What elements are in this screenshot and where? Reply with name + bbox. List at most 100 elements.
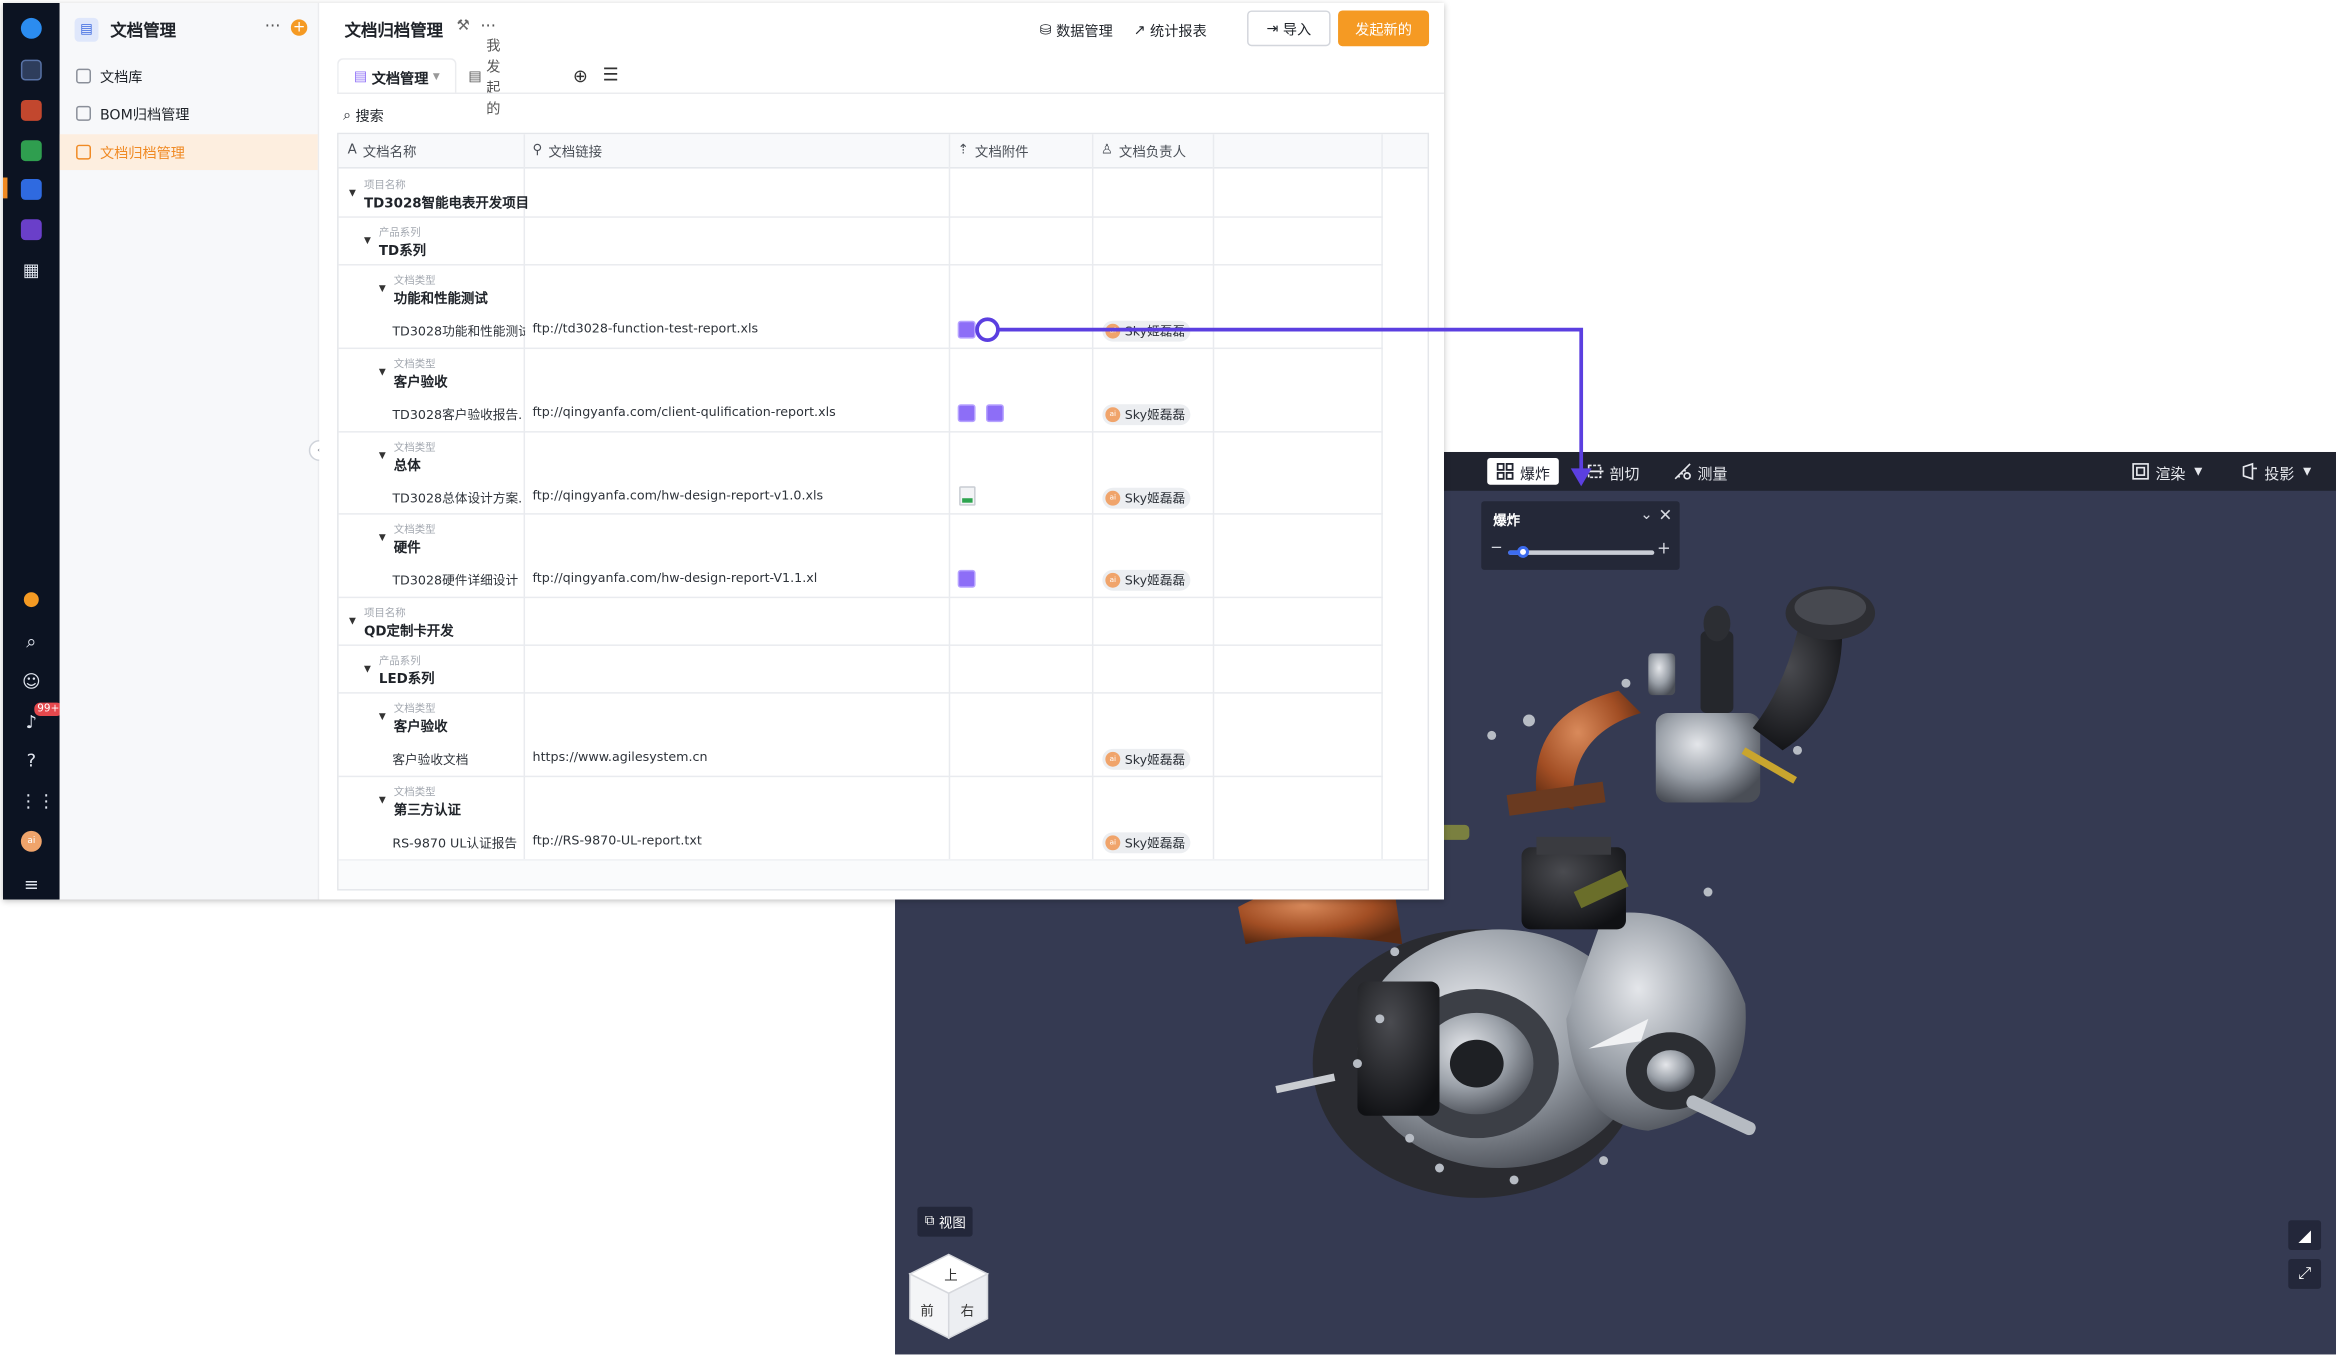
group-type-name: 硬件 (393, 541, 421, 557)
slider-thumb[interactable] (1516, 545, 1529, 558)
attachment-file-icon[interactable] (986, 404, 1004, 423)
horizontal-scrollbar[interactable] (338, 859, 1428, 890)
column-header-doc-link[interactable]: ⚲ 文档链接 (523, 134, 949, 169)
owner-chip[interactable]: ai Sky姬磊磊 (1102, 569, 1190, 591)
projection-dropdown[interactable]: 投影 ▼ (2232, 458, 2321, 485)
list-icon[interactable]: ☰ (603, 64, 619, 85)
column-header-attachment[interactable]: ⇡ 文档附件 (948, 134, 1092, 169)
sidebar-item-label: BOM归档管理 (99, 107, 190, 124)
caret-down-icon[interactable]: ▼ (379, 712, 386, 722)
import-button[interactable]: ⇥ 导入 (1247, 10, 1331, 47)
doc-link-cell[interactable]: ftp://RS-9870-UL-report.txt (533, 834, 951, 849)
group-type-name: 第三方认证 (393, 804, 461, 819)
view-button[interactable]: ⧉ 视图 (917, 1206, 974, 1237)
expand-icon[interactable]: ≡ (19, 873, 43, 897)
sidebar-item-doc-library[interactable]: 文档库 (60, 58, 318, 94)
owner-chip[interactable]: ai Sky姬磊磊 (1102, 832, 1190, 854)
owner-chip[interactable]: ai Sky姬磊磊 (1102, 404, 1190, 426)
section-icon (1585, 464, 1604, 479)
view-cube[interactable]: 上 前 右 (907, 1252, 991, 1342)
green-app-icon[interactable] (20, 140, 42, 162)
attachment-file-icon[interactable] (957, 569, 976, 588)
apps-icon[interactable] (20, 99, 42, 121)
fullscreen-icon[interactable]: ⤢ (2288, 1258, 2322, 1289)
explode-tool-button[interactable]: 爆炸 (1487, 457, 1559, 485)
close-icon[interactable]: ✕ (1658, 506, 1672, 525)
owner-name: Sky姬磊磊 (1124, 753, 1186, 769)
search-icon[interactable]: ⌕ (19, 629, 43, 653)
wrench-icon[interactable]: ⚒ (456, 18, 469, 34)
tab-doc-manage[interactable]: ▤ 文档管理 ▼ (337, 58, 457, 94)
plus-icon[interactable]: + (1657, 539, 1671, 558)
explode-slider[interactable] (1508, 545, 1655, 558)
purple-app-icon[interactable] (20, 219, 42, 241)
search-placeholder: 搜索 (355, 108, 384, 126)
doc-link-cell[interactable]: ftp://qingyanfa.com/client-qulification-… (533, 406, 951, 421)
owner-chip[interactable]: ai Sky姬磊磊 (1102, 748, 1190, 770)
chevron-down-icon[interactable]: ⌄ (1640, 507, 1653, 523)
caret-down-icon[interactable]: ▼ (379, 533, 386, 543)
section-label: 剖切 (1609, 466, 1640, 483)
caret-down-icon: ▼ (2194, 465, 2203, 478)
caret-down-icon[interactable]: ▼ (379, 367, 386, 377)
render-dropdown[interactable]: 渲染 ▼ (2123, 458, 2212, 485)
grid-icon[interactable]: ▦ (19, 258, 43, 282)
tab-my-initiated[interactable]: ▤ 我发起的 (468, 39, 500, 118)
section-tool-button[interactable]: 剖切 (1577, 458, 1649, 485)
avatar: ai (1105, 751, 1121, 767)
add-icon[interactable] (23, 592, 39, 608)
dashboard-icon[interactable] (20, 59, 42, 81)
caret-down-icon[interactable]: ▼ (364, 664, 371, 674)
caret-down-icon[interactable]: ▼ (349, 616, 356, 626)
contacts-icon[interactable]: ☺ (19, 670, 43, 694)
help-icon[interactable]: ? (19, 749, 43, 773)
doc-name-cell: TD3028硬件详细设计 (392, 574, 519, 590)
column-header-label: 文档名称 (362, 145, 417, 161)
data-manage-link[interactable]: ⛁ 数据管理 (1040, 19, 1113, 41)
caret-down-icon[interactable]: ▼ (379, 283, 386, 293)
group-label: 产品系列 (378, 226, 421, 239)
doc-link-cell[interactable]: ftp://qingyanfa.com/hw-design-report-v1.… (533, 489, 951, 504)
avatar[interactable]: ai (20, 830, 42, 852)
sidebar-item-label: 文档库 (99, 70, 143, 87)
caret-down-icon[interactable]: ▼ (379, 450, 386, 460)
caret-down-icon[interactable]: ▼ (349, 188, 356, 198)
new-record-button[interactable]: 发起新的 (1338, 10, 1430, 47)
column-header-add[interactable] (1381, 134, 1428, 169)
doc-name-cell: TD3028功能和性能测试 (392, 325, 526, 341)
avatar: ai (1105, 407, 1121, 423)
app-logo-icon[interactable] (20, 17, 42, 39)
group-series-name: LED系列 (378, 672, 435, 688)
owner-chip[interactable]: ai Sky姬磊磊 (1102, 487, 1190, 509)
doc-link-cell[interactable]: ftp://td3028-function-test-report.xls (533, 322, 951, 337)
minus-icon[interactable]: − (1490, 540, 1503, 556)
stats-report-link[interactable]: ↗ 统计报表 (1134, 19, 1207, 41)
apps-grid-icon[interactable]: ⋮⋮ (19, 789, 55, 813)
more-icon[interactable]: ··· (265, 16, 281, 35)
sidebar-item-doc-archive[interactable]: 文档归档管理 (59, 134, 318, 171)
column-header-owner[interactable]: ♙ 文档负责人 (1091, 134, 1213, 169)
tabs-divider (337, 92, 1444, 94)
owner-chip[interactable]: ai Sky姬磊磊 (1102, 320, 1190, 342)
group-project-name: QD定制卡开发 (363, 625, 454, 640)
caret-down-icon[interactable]: ▼ (364, 236, 371, 246)
add-icon[interactable]: + (290, 19, 308, 36)
attachment-file-icon[interactable] (957, 404, 976, 423)
column-header-doc-name[interactable]: A 文档名称 (338, 134, 524, 169)
row-divider (338, 692, 1383, 694)
doc-link-cell[interactable]: ftp://qingyanfa.com/hw-design-report-V1.… (533, 571, 951, 586)
doc-link-cell[interactable]: https://www.agilesystem.cn (533, 750, 951, 765)
excel-file-icon[interactable] (959, 486, 976, 506)
upload-icon: ⇡ (957, 143, 969, 159)
attachment-file-icon[interactable] (957, 320, 976, 339)
sidebar-item-bom-archive[interactable]: BOM归档管理 (60, 95, 318, 131)
search-input[interactable]: ⌕ 搜索 (343, 104, 384, 126)
add-view-icon[interactable]: ⊕ (573, 66, 588, 87)
group-label: 文档类型 (393, 358, 436, 370)
measure-tool-button[interactable]: 测量 (1665, 458, 1737, 485)
paint-bucket-icon[interactable]: ◢ (2288, 1220, 2322, 1251)
doc-name-cell: TD3028客户验收报告. (392, 408, 523, 424)
caret-down-icon[interactable]: ▼ (379, 795, 386, 805)
doc-app-icon[interactable] (20, 179, 42, 200)
more-icon[interactable]: ··· (480, 16, 496, 35)
